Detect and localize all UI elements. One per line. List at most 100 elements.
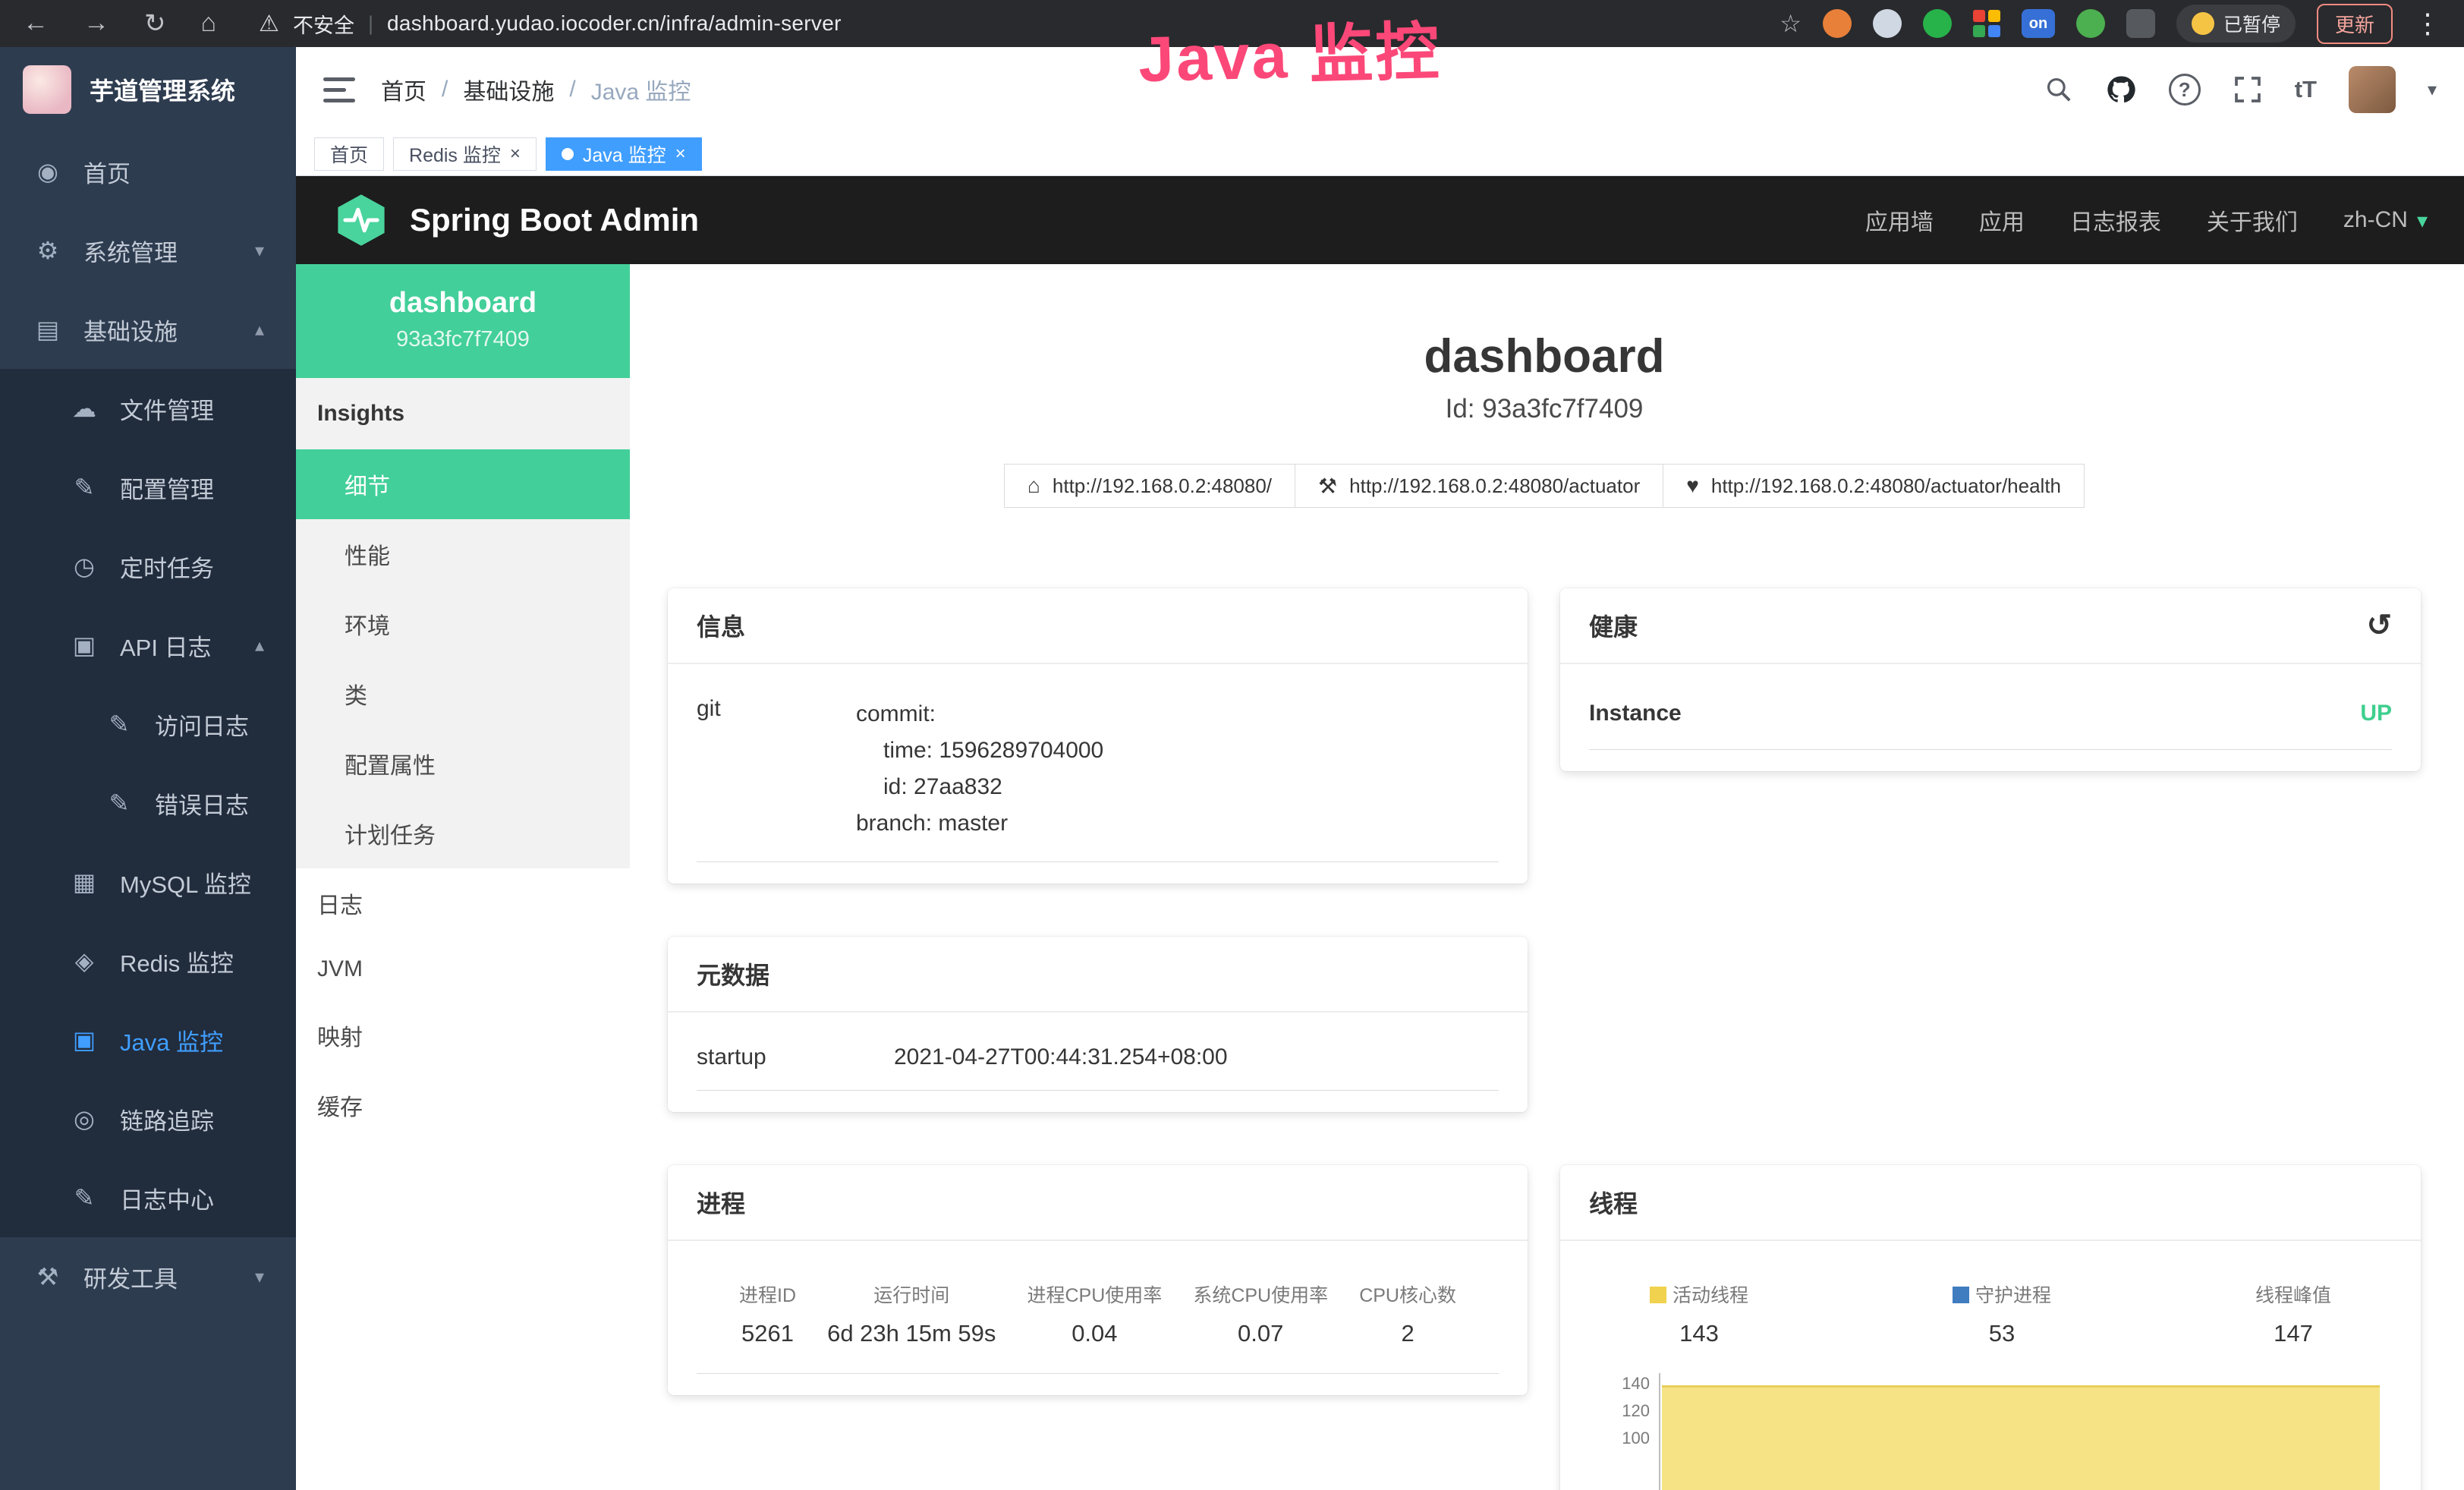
sidebar-item-redis-monitor[interactable]: ◈ Redis 监控 (0, 921, 296, 1000)
security-label: 不安全 (293, 9, 354, 39)
sidebar-item-system[interactable]: ⚙ 系统管理 ▾ (0, 211, 296, 290)
sidebar-item-home[interactable]: ◉ 首页 (0, 132, 296, 211)
paused-extension-badge[interactable]: 已暂停 (2176, 5, 2296, 43)
sidebar-item-api-log[interactable]: ▣ API 日志 ▴ (0, 606, 296, 685)
actuator-url-button[interactable]: ⚒ http://192.168.0.2:48080/actuator (1295, 464, 1663, 508)
insights-label: Insights (296, 378, 630, 449)
forward-icon[interactable]: → (83, 8, 109, 39)
threads-card-body: 活动线程 143 守护进程 53 线程峰值 14 (1560, 1241, 2421, 1490)
tab-home[interactable]: 首页 (314, 137, 384, 171)
breadcrumb-separator: / (569, 77, 575, 102)
sidebar-item-config[interactable]: ✎ 配置管理 (0, 448, 296, 527)
breadcrumb-current: Java 监控 (591, 73, 691, 106)
breadcrumb-home[interactable]: 首页 (381, 73, 426, 106)
puzzle-extension-icon[interactable] (2126, 9, 2155, 38)
insight-item-classes[interactable]: 类 (296, 659, 630, 729)
browser-extensions: ☆ on 已暂停 更新 ⋮ (1780, 4, 2441, 44)
app-logo[interactable]: 芋道管理系统 (0, 47, 296, 132)
history-icon[interactable]: ↺ (2366, 610, 2392, 641)
sidebar-item-java-monitor[interactable]: ▣ Java 监控 (0, 1000, 296, 1079)
instance-header[interactable]: dashboard 93a3fc7f7409 (296, 264, 630, 378)
sidebar-item-trace[interactable]: ◎ 链路追踪 (0, 1079, 296, 1158)
menu-item-logs[interactable]: 日志 (296, 868, 630, 938)
sidebar-item-error-log[interactable]: ✎ 错误日志 (0, 764, 296, 843)
logo-avatar (23, 65, 71, 114)
log-center-icon: ✎ (68, 1183, 100, 1212)
stat-cpu-cores: CPU核心数 2 (1359, 1281, 1456, 1347)
search-icon[interactable] (2044, 75, 2073, 104)
page-title: dashboard (668, 329, 2421, 383)
pin-extension-icon[interactable] (1873, 9, 1902, 38)
page-header: 首页 / 基础设施 / Java 监控 ? (296, 47, 2464, 132)
refresh-icon[interactable]: ↻ (144, 8, 166, 39)
health-status-badge: UP (2360, 701, 2392, 726)
sidebar-item-files[interactable]: ☁ 文件管理 (0, 369, 296, 448)
heart-icon: ♥ (1686, 474, 1699, 498)
insight-item-scheduled-tasks[interactable]: 计划任务 (296, 799, 630, 868)
sidebar-item-log-center[interactable]: ✎ 日志中心 (0, 1158, 296, 1237)
breadcrumb-section[interactable]: 基础设施 (463, 73, 554, 106)
access-log-icon: ✎ (103, 710, 135, 739)
fullscreen-icon[interactable] (2233, 74, 2263, 105)
leaf-extension-icon[interactable] (2076, 9, 2105, 38)
avatar-caret-icon[interactable]: ▾ (2428, 79, 2437, 101)
close-icon[interactable]: × (510, 143, 521, 165)
error-log-icon: ✎ (103, 789, 135, 817)
insight-item-metrics[interactable]: 性能 (296, 519, 630, 589)
instance-links: ⌂ http://192.168.0.2:48080/ ⚒ http://192… (668, 464, 2421, 508)
sba-nav-applications[interactable]: 应用 (1979, 203, 2025, 237)
insight-item-details[interactable]: 细节 (296, 449, 630, 519)
chevron-down-icon: ▾ (255, 240, 264, 262)
sidebar-item-mysql-monitor[interactable]: ▦ MySQL 监控 (0, 843, 296, 921)
menu-item-caches[interactable]: 缓存 (296, 1070, 630, 1140)
health-instance-key: Instance (1589, 701, 1682, 726)
edit-icon: ✎ (68, 473, 100, 502)
font-size-icon[interactable]: tT (2295, 76, 2317, 103)
stat-process-cpu: 进程CPU使用率 0.04 (1027, 1281, 1162, 1347)
collapse-menu-icon[interactable] (323, 77, 355, 102)
sba-nav-wallboard[interactable]: 应用墙 (1865, 203, 1934, 237)
tab-java-monitor[interactable]: Java 监控 × (546, 137, 702, 171)
browser-update-button[interactable]: 更新 (2317, 4, 2393, 44)
instance-url-button[interactable]: ⌂ http://192.168.0.2:48080/ (1004, 464, 1295, 508)
sidebar-item-scheduled-jobs[interactable]: ◷ 定时任务 (0, 527, 296, 606)
menu-item-mappings[interactable]: 映射 (296, 1000, 630, 1070)
insight-item-configprops[interactable]: 配置属性 (296, 729, 630, 799)
process-card-body: 进程ID 5261 运行时间 6d 23h 15m 59s 进程CPU使用率 (668, 1241, 1528, 1395)
fox-extension-icon[interactable] (1823, 9, 1852, 38)
address-bar[interactable]: ⚠ 不安全 | dashboard.yudao.iocoder.cn/infra… (259, 9, 842, 39)
bookmark-star-icon[interactable]: ☆ (1780, 9, 1802, 38)
grid-extension-icon[interactable] (1973, 10, 2000, 37)
back-icon[interactable]: ← (23, 8, 49, 39)
y-extension-icon[interactable] (1923, 9, 1952, 38)
threads-legend-row: 活动线程 143 守护进程 53 线程峰值 14 (1589, 1250, 2392, 1355)
tab-redis-monitor[interactable]: Redis 监控 × (393, 137, 537, 171)
health-url-button[interactable]: ♥ http://192.168.0.2:48080/actuator/heal… (1663, 464, 2085, 508)
dashboard-icon: ◉ (32, 157, 64, 186)
browser-menu-icon[interactable]: ⋮ (2414, 8, 2441, 39)
menu-item-jvm[interactable]: JVM (296, 938, 630, 1000)
locale-select[interactable]: zh-CN ▾ (2343, 207, 2428, 233)
sidebar-item-infra[interactable]: ▤ 基础设施 ▴ (0, 290, 296, 369)
process-card: 进程 进程ID 5261 运行时间 (668, 1165, 1528, 1395)
user-avatar[interactable] (2349, 66, 2396, 113)
home-icon[interactable]: ⌂ (201, 8, 217, 39)
blue-legend-swatch (1953, 1287, 1969, 1303)
on-extension-icon[interactable]: on (2022, 9, 2055, 38)
github-icon[interactable] (2105, 74, 2137, 106)
threads-chart: 140 120 100 (1589, 1373, 2384, 1490)
sba-nav-about[interactable]: 关于我们 (2207, 203, 2298, 237)
close-icon[interactable]: × (675, 143, 686, 165)
header-actions: ? tT ▾ (2044, 66, 2437, 113)
sidebar-item-access-log[interactable]: ✎ 访问日志 (0, 685, 296, 764)
sba-brand[interactable]: Spring Boot Admin (332, 191, 699, 249)
app-title: 芋道管理系统 (90, 72, 235, 107)
git-row: git commit: time: 1596289704000 id: 27aa… (697, 673, 1499, 862)
chevron-down-icon: ▾ (255, 1266, 264, 1288)
sidebar-item-devtools[interactable]: ⚒ 研发工具 ▾ (0, 1237, 296, 1316)
insight-item-environment[interactable]: 环境 (296, 589, 630, 659)
help-icon[interactable]: ? (2169, 74, 2201, 106)
live-threads-area (1662, 1385, 2380, 1490)
sba-nav-journal[interactable]: 日志报表 (2070, 203, 2161, 237)
browser-nav: ← → ↻ ⌂ (23, 8, 216, 39)
